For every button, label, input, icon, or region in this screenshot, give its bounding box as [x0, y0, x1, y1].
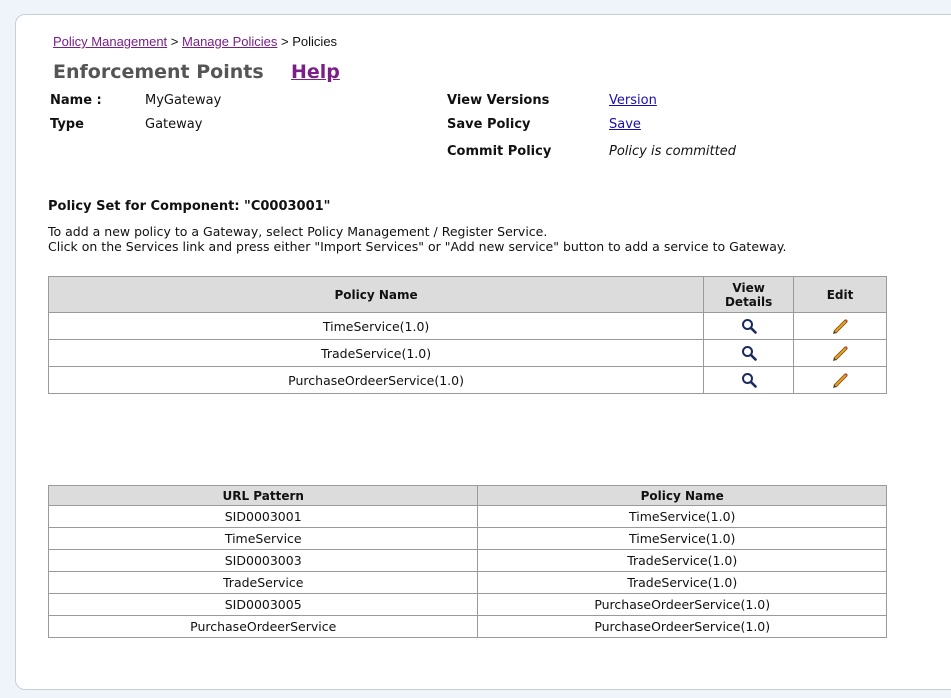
url-table-header-row: URL Pattern Policy Name	[47, 485, 887, 506]
instructions-line1: To add a new policy to a Gateway, select…	[48, 224, 548, 239]
magnifier-icon[interactable]	[741, 318, 757, 334]
url-policy-cell: PurchaseOrdeerService(1.0)	[477, 593, 887, 616]
breadcrumb-policy-management[interactable]: Policy Management	[53, 34, 167, 49]
instructions-line2: Click on the Services link and press eit…	[48, 239, 787, 254]
policy-name-cell: TradeService(1.0)	[47, 339, 705, 367]
type-label: Type	[50, 117, 84, 132]
policy-name-cell: TimeService(1.0)	[47, 312, 705, 340]
edit-button[interactable]	[793, 339, 887, 367]
policy-name-header: Policy Name	[47, 276, 705, 313]
policy-name-cell: PurchaseOrdeerService(1.0)	[47, 366, 705, 394]
url-pattern-cell: SID0003003	[47, 549, 479, 572]
url-pattern-header: URL Pattern	[47, 485, 479, 506]
url-policy-cell: TradeService(1.0)	[477, 549, 887, 572]
url-policy-cell: TimeService(1.0)	[477, 527, 887, 550]
edit-button[interactable]	[793, 312, 887, 340]
pencil-icon[interactable]	[831, 345, 849, 361]
version-link[interactable]: Version	[609, 93, 657, 108]
name-value: MyGateway	[145, 93, 222, 108]
view-details-header: View Details	[703, 276, 795, 313]
help-link[interactable]: Help	[291, 61, 340, 83]
policy-set-heading: Policy Set for Component: "C0003001"	[48, 199, 331, 214]
breadcrumb-manage-policies[interactable]: Manage Policies	[182, 34, 277, 49]
magnifier-icon[interactable]	[741, 345, 757, 361]
url-pattern-table: URL Pattern Policy Name SID0003001 TimeS…	[47, 485, 887, 638]
view-details-header-line1: View	[732, 280, 765, 295]
table-row: SID0003005 PurchaseOrdeerService(1.0)	[47, 593, 887, 616]
edit-button[interactable]	[793, 366, 887, 394]
url-pattern-cell: SID0003001	[47, 505, 479, 528]
commit-policy-label: Commit Policy	[447, 144, 552, 159]
view-details-button[interactable]	[703, 312, 795, 340]
pencil-icon[interactable]	[831, 372, 849, 388]
table-row: PurchaseOrdeerService(1.0)	[47, 366, 887, 394]
table-row: PurchaseOrdeerService PurchaseOrdeerServ…	[47, 615, 887, 638]
url-pattern-cell: PurchaseOrdeerService	[47, 615, 479, 638]
save-link[interactable]: Save	[609, 117, 641, 132]
pencil-icon[interactable]	[831, 318, 849, 334]
breadcrumb-separator: >	[170, 34, 179, 49]
view-details-button[interactable]	[703, 366, 795, 394]
table-row: SID0003001 TimeService(1.0)	[47, 505, 887, 528]
view-versions-label: View Versions	[447, 93, 550, 108]
view-details-header-line2: Details	[724, 294, 773, 309]
table-row: TimeService(1.0)	[47, 312, 887, 340]
url-pattern-cell: TradeService	[47, 571, 479, 594]
page-title: Enforcement Points	[53, 61, 264, 83]
policy-table-header-row: Policy Name View Details Edit	[47, 276, 887, 313]
edit-header: Edit	[793, 276, 887, 313]
table-row: TradeService TradeService(1.0)	[47, 571, 887, 594]
policy-table: Policy Name View Details Edit TimeServic…	[47, 276, 887, 394]
table-row: TimeService TimeService(1.0)	[47, 527, 887, 550]
url-policy-cell: TradeService(1.0)	[477, 571, 887, 594]
breadcrumb: Policy Management > Manage Policies > Po…	[53, 34, 337, 49]
breadcrumb-current: Policies	[292, 34, 338, 49]
magnifier-icon[interactable]	[741, 372, 757, 388]
type-value: Gateway	[145, 117, 203, 132]
name-label: Name :	[50, 93, 102, 108]
url-policy-cell: TimeService(1.0)	[477, 505, 887, 528]
url-pattern-cell: TimeService	[47, 527, 479, 550]
url-policy-cell: PurchaseOrdeerService(1.0)	[477, 615, 887, 638]
view-details-button[interactable]	[703, 339, 795, 367]
table-row: SID0003003 TradeService(1.0)	[47, 549, 887, 572]
commit-policy-status: Policy is committed	[609, 144, 736, 159]
url-policy-name-header: Policy Name	[477, 485, 887, 506]
table-row: TradeService(1.0)	[47, 339, 887, 367]
url-pattern-cell: SID0003005	[47, 593, 479, 616]
breadcrumb-separator: >	[281, 34, 289, 49]
save-policy-label: Save Policy	[447, 117, 531, 132]
